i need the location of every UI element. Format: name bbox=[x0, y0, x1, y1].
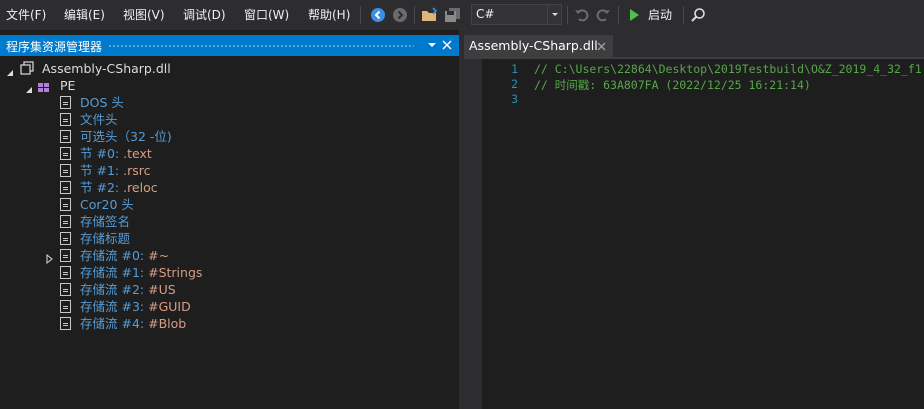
tree-node-label: 节 #2: .reloc bbox=[80, 180, 158, 195]
document-icon bbox=[60, 181, 71, 194]
menu-help[interactable]: 帮助(H) bbox=[308, 6, 350, 24]
tree-node-section-2[interactable]: 节 #2: .reloc bbox=[0, 179, 300, 196]
panel-menu-icon[interactable] bbox=[425, 38, 439, 52]
tree-node-label: 存储流 #2: #US bbox=[80, 282, 176, 297]
tree-node-label: 节 #1: .rsrc bbox=[80, 163, 151, 178]
toolbar-separator bbox=[360, 6, 361, 24]
tree-node-label: Cor20 头 bbox=[80, 197, 134, 212]
document-icon bbox=[60, 215, 71, 228]
tree-node-storage-header[interactable]: 存储标题 bbox=[0, 230, 300, 247]
forward-icon[interactable] bbox=[391, 5, 409, 25]
line-number: 2 bbox=[511, 77, 518, 91]
tree-node-label: Assembly-CSharp.dll bbox=[42, 61, 171, 76]
tree-node-label: PE bbox=[60, 78, 76, 93]
tree-node-storage-signature[interactable]: 存储签名 bbox=[0, 213, 300, 230]
tree-node-label: 存储流 #4: #Blob bbox=[80, 316, 187, 331]
menu-edit[interactable]: 编辑(E) bbox=[64, 6, 105, 24]
tree-node-stream-0[interactable]: 存储流 #0: #~ bbox=[0, 247, 300, 265]
document-icon bbox=[60, 249, 71, 262]
document-icon bbox=[60, 198, 71, 211]
editor-gutter bbox=[464, 59, 482, 409]
tree-node-pe[interactable]: PE bbox=[0, 77, 300, 94]
code-line: // C:\Users\22864\Desktop\2019Testbuild\… bbox=[534, 62, 922, 76]
save-all-icon[interactable] bbox=[443, 5, 463, 25]
menu-toolbar-bar: 文件(F) 编辑(E) 视图(V) 调试(D) 窗口(W) 帮助(H) C# 启… bbox=[0, 0, 924, 30]
tree-node-stream-3[interactable]: 存储流 #3: #GUID bbox=[0, 298, 300, 315]
tree-node-stream-2[interactable]: 存储流 #2: #US bbox=[0, 281, 300, 298]
toolbar-separator bbox=[618, 6, 619, 24]
document-icon bbox=[60, 300, 71, 313]
document-icon bbox=[60, 317, 71, 330]
toolbar-separator bbox=[414, 6, 415, 24]
tree-node-label: 存储流 #0: #~ bbox=[80, 248, 170, 263]
toolbar-separator bbox=[683, 6, 684, 24]
close-icon[interactable] bbox=[594, 39, 608, 53]
tree-node-assembly[interactable]: Assembly-CSharp.dll bbox=[0, 60, 300, 77]
tree-node-label: 文件头 bbox=[80, 112, 118, 127]
tab-assembly-csharp[interactable]: Assembly-CSharp.dll bbox=[464, 35, 613, 57]
tree-node-file-header[interactable]: 文件头 bbox=[0, 111, 300, 128]
menu-file[interactable]: 文件(F) bbox=[6, 6, 46, 24]
search-icon[interactable] bbox=[689, 5, 707, 25]
document-icon bbox=[60, 130, 71, 143]
menu-debug[interactable]: 调试(D) bbox=[183, 6, 226, 24]
assembly-tree: Assembly-CSharp.dll PE DOS 头 文件头 可选头（32 … bbox=[0, 56, 459, 409]
tree-node-label: 存储签名 bbox=[80, 214, 131, 229]
tree-node-section-1[interactable]: 节 #1: .rsrc bbox=[0, 162, 300, 179]
document-icon bbox=[60, 147, 71, 160]
panel-header[interactable]: 程序集资源管理器 bbox=[0, 35, 459, 56]
document-icon bbox=[60, 266, 71, 279]
document-icon bbox=[60, 232, 71, 245]
language-dropdown[interactable]: C# bbox=[471, 4, 562, 25]
editor-area: Assembly-CSharp.dll 1 2 3 // C:\Users\22… bbox=[464, 30, 924, 409]
menu-view[interactable]: 视图(V) bbox=[123, 6, 165, 24]
tree-node-section-0[interactable]: 节 #0: .text bbox=[0, 145, 300, 162]
language-value: C# bbox=[476, 7, 495, 21]
tree-node-label: 存储流 #3: #GUID bbox=[80, 299, 191, 314]
tab-label: Assembly-CSharp.dll bbox=[469, 38, 598, 53]
line-number: 1 bbox=[511, 62, 518, 76]
document-icon bbox=[60, 164, 71, 177]
toolbar-separator bbox=[567, 6, 568, 24]
panel-close-icon[interactable] bbox=[440, 38, 454, 52]
tree-node-label: 可选头（32 -位) bbox=[80, 129, 172, 144]
tree-node-label: DOS 头 bbox=[80, 95, 124, 110]
chevron-down-icon[interactable] bbox=[547, 5, 561, 24]
line-number: 3 bbox=[511, 92, 518, 106]
start-button-label[interactable]: 启动 bbox=[648, 6, 672, 23]
document-icon bbox=[60, 283, 71, 296]
start-icon[interactable] bbox=[626, 5, 642, 25]
undo-icon[interactable] bbox=[573, 5, 591, 25]
tree-node-label: 节 #0: .text bbox=[80, 146, 152, 161]
open-icon[interactable] bbox=[420, 5, 440, 25]
redo-icon[interactable] bbox=[594, 5, 612, 25]
menu-window[interactable]: 窗口(W) bbox=[244, 6, 289, 24]
back-icon[interactable] bbox=[369, 5, 387, 25]
panel-title: 程序集资源管理器 bbox=[6, 40, 103, 54]
code-line: // 时间戳: 63A807FA (2022/12/25 16:21:14) bbox=[534, 78, 811, 92]
document-icon bbox=[60, 113, 71, 126]
tree-node-label: 存储标题 bbox=[80, 231, 131, 246]
tree-node-label: 存储流 #1: #Strings bbox=[80, 265, 203, 280]
document-icon bbox=[60, 96, 71, 109]
assembly-explorer-panel: 程序集资源管理器 Assembly-CSharp.dll PE DOS 头 文件… bbox=[0, 35, 459, 409]
code-editor[interactable]: 1 2 3 // C:\Users\22864\Desktop\2019Test… bbox=[464, 57, 924, 409]
tree-node-dos-header[interactable]: DOS 头 bbox=[0, 94, 300, 111]
tree-node-optional-header[interactable]: 可选头（32 -位) bbox=[0, 128, 300, 145]
tree-node-stream-4[interactable]: 存储流 #4: #Blob bbox=[0, 315, 300, 332]
panel-drag-grip[interactable] bbox=[108, 44, 414, 48]
tree-node-cor20-header[interactable]: Cor20 头 bbox=[0, 196, 300, 213]
tree-node-stream-1[interactable]: 存储流 #1: #Strings bbox=[0, 264, 300, 281]
